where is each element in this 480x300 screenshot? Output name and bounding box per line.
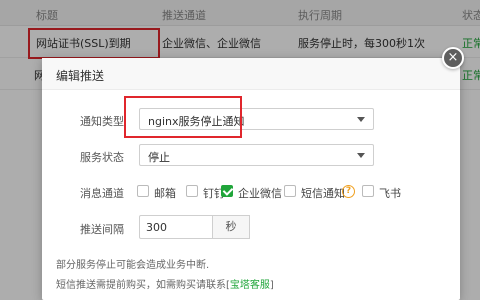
- notify-type-label: 通知类型: [80, 115, 124, 128]
- sms-checkbox[interactable]: [284, 185, 296, 197]
- channel-label: 消息通道: [80, 187, 124, 200]
- help-icon[interactable]: ?: [342, 185, 355, 198]
- service-status-label: 服务状态: [80, 151, 124, 164]
- interval-unit: 秒: [212, 215, 250, 239]
- service-status-value: 停止: [148, 151, 170, 164]
- channel-sms-label: 短信通知: [301, 187, 345, 200]
- note-sms-suffix: ]: [269, 280, 274, 291]
- note-sms: 短信推送需提前购买，如需购买请联系[宝塔客服]: [56, 276, 274, 291]
- interval-value: 300: [146, 221, 167, 234]
- service-status-select[interactable]: 停止: [139, 144, 374, 166]
- note-service-stop: 部分服务停止可能会造成业务中断.: [56, 260, 210, 271]
- channel-feishu-label: 飞书: [379, 187, 401, 200]
- dialog-title: 编辑推送: [56, 69, 105, 83]
- channel-email-label: 邮箱: [154, 187, 176, 200]
- dialog-header: 编辑推送: [42, 58, 460, 90]
- note-sms-prefix: 短信推送需提前购买，如需购买请联系[: [56, 280, 230, 291]
- interval-label: 推送间隔: [80, 223, 124, 236]
- edit-push-dialog: 编辑推送 通知类型 nginx服务停止通知 服务状态 停止 消息通道 邮箱 钉钉…: [42, 58, 460, 300]
- email-checkbox[interactable]: [137, 185, 149, 197]
- interval-input[interactable]: 300: [139, 215, 213, 239]
- close-icon[interactable]: ×: [442, 47, 464, 69]
- caret-down-icon: [357, 153, 365, 158]
- wecom-checkbox[interactable]: [221, 185, 233, 197]
- dingtalk-checkbox[interactable]: [186, 185, 198, 197]
- highlight-box: [124, 96, 242, 138]
- feishu-checkbox[interactable]: [362, 185, 374, 197]
- channel-wecom-label: 企业微信: [238, 187, 282, 200]
- support-link[interactable]: 宝塔客服: [230, 280, 270, 291]
- caret-down-icon: [357, 117, 365, 122]
